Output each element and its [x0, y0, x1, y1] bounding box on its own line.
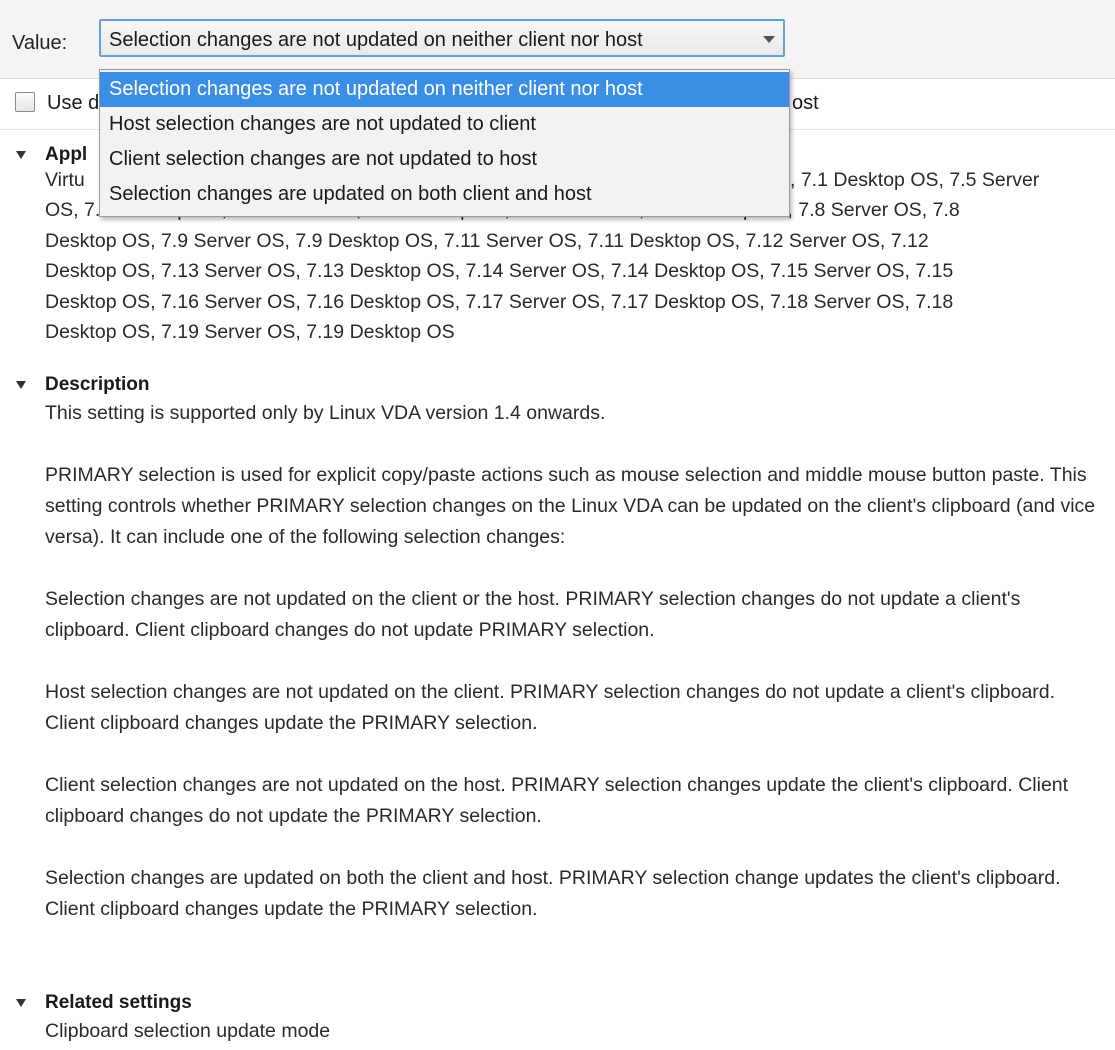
expand-triangle-icon	[16, 151, 26, 159]
related-settings-body: Clipboard selection update mode	[45, 1016, 1110, 1047]
use-default-checkbox[interactable]	[15, 92, 35, 112]
description-paragraph: Host selection changes are not updated o…	[45, 681, 1056, 734]
dropdown-option[interactable]: Host selection changes are not updated t…	[100, 107, 789, 142]
expand-triangle-icon	[16, 999, 26, 1007]
applies-to-title: Appl	[45, 144, 88, 165]
dropdown-option[interactable]: Client selection changes are not updated…	[100, 142, 789, 177]
use-default-checkbox-label[interactable]: Use d	[47, 91, 99, 115]
expand-triangle-icon	[16, 381, 26, 389]
value-bar: Value: Selection changes are not updated…	[0, 0, 1115, 79]
description-paragraph: Selection changes are updated on both th…	[45, 867, 1061, 920]
value-dropdown-selected: Selection changes are not updated on nei…	[109, 29, 643, 51]
checkbox-label-tail: ost	[792, 92, 819, 114]
applies-to-line: Virtu	[45, 169, 85, 191]
applies-to-line: S, 7.1 Desktop OS, 7.5 Server	[777, 169, 1040, 191]
description-body: This setting is supported only by Linux …	[45, 398, 1110, 925]
related-settings-title: Related settings	[45, 992, 192, 1013]
description-paragraph: PRIMARY selection is used for explicit c…	[45, 464, 1096, 548]
applies-to-line: Desktop OS, 7.16 Server OS, 7.16 Desktop…	[45, 290, 954, 313]
value-label: Value:	[12, 32, 68, 54]
description-title: Description	[45, 374, 150, 395]
description-paragraph: This setting is supported only by Linux …	[45, 402, 606, 424]
value-dropdown-list: Selection changes are not updated on nei…	[99, 69, 790, 217]
value-dropdown[interactable]: Selection changes are not updated on nei…	[99, 19, 785, 57]
description-paragraph: Client selection changes are not updated…	[45, 774, 1069, 827]
applies-to-line: Desktop OS, 7.19 Server OS, 7.19 Desktop…	[45, 321, 455, 343]
applies-to-line: Desktop OS, 7.13 Server OS, 7.13 Desktop…	[45, 260, 954, 282]
applies-to-line: Desktop OS, 7.9 Server OS, 7.9 Desktop O…	[45, 229, 929, 252]
description-paragraph: Selection changes are not updated on the…	[45, 588, 1021, 641]
chevron-down-icon	[763, 36, 775, 43]
dropdown-option[interactable]: Selection changes are not updated on nei…	[100, 72, 789, 107]
dropdown-option[interactable]: Selection changes are updated on both cl…	[100, 177, 789, 212]
related-setting-item: Clipboard selection update mode	[45, 1020, 331, 1042]
